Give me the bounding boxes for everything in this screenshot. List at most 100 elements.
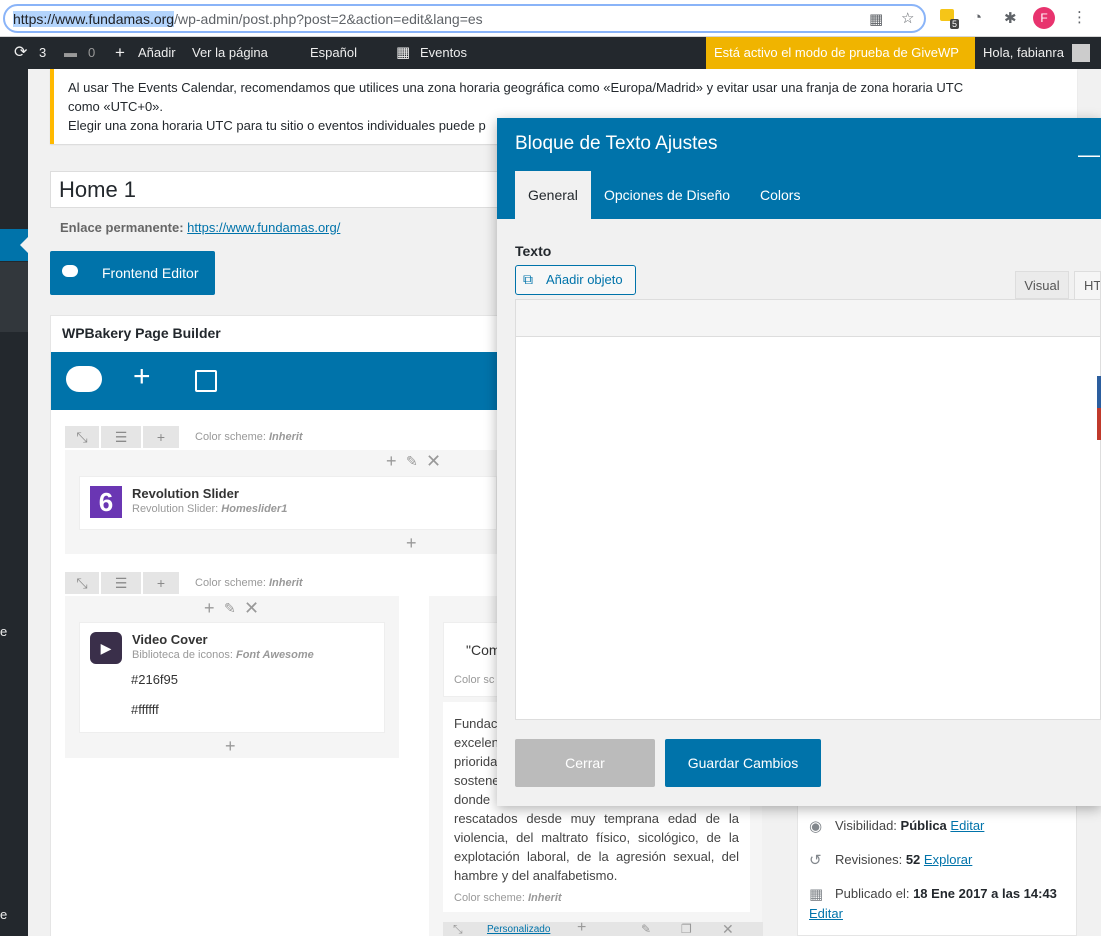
language-switcher[interactable]: Español xyxy=(310,37,357,69)
permalink: Enlace permanente: https://www.fundamas.… xyxy=(60,220,340,235)
color-value-1: #216f95 xyxy=(131,672,178,687)
published-edit-row: Editar xyxy=(809,906,843,921)
url-text[interactable]: https://www.fundamas.org/wp-admin/post.p… xyxy=(13,11,483,27)
browser-toolbar: https://www.fundamas.org/wp-admin/post.p… xyxy=(0,0,1101,37)
close-button[interactable]: Cerrar xyxy=(515,739,655,787)
revisions-row: Revisiones: 52 Explorar xyxy=(835,852,973,867)
element-sub: Biblioteca de iconos: Font Awesome xyxy=(132,649,314,661)
column-edit-icon[interactable]: ✎ xyxy=(406,453,418,470)
comments-count[interactable]: 0 xyxy=(88,37,95,69)
editor-html-tab[interactable]: HT xyxy=(1074,271,1101,299)
extension-circle-icon[interactable]: ◔ xyxy=(973,9,982,26)
column-edit-icon[interactable]: ✎ xyxy=(224,600,236,617)
eye-icon: ◉ xyxy=(809,818,823,835)
revisions-explore-link[interactable]: Explorar xyxy=(924,852,972,867)
editor-toolbar xyxy=(515,299,1101,337)
row-expand-icon[interactable]: ⤡ xyxy=(65,426,99,448)
revolution-slider-icon: 6 xyxy=(90,486,122,518)
element-name: Revolution Slider xyxy=(132,486,239,501)
editor-textarea[interactable] xyxy=(515,336,1101,720)
offscreen-widget-edge xyxy=(1097,376,1101,440)
visibility-row: Visibilidad: Pública Editar xyxy=(835,818,985,833)
row-drag-handle[interactable]: ☰ xyxy=(101,426,141,448)
element-sub: Revolution Slider: Homeslider1 xyxy=(132,503,288,515)
permalink-url[interactable]: https://www.fundamas.org/ xyxy=(187,220,340,235)
texto-label: Texto xyxy=(515,243,552,259)
column-delete-icon[interactable]: ✕ xyxy=(244,598,259,619)
personalizado-link[interactable]: Personalizado xyxy=(487,924,550,935)
editor-visual-tab[interactable]: Visual xyxy=(1015,271,1069,299)
permalink-label: Enlace permanente: xyxy=(60,220,184,235)
kebab-menu-icon[interactable]: ⋮ xyxy=(1072,8,1087,26)
video-cover-element[interactable] xyxy=(79,622,385,733)
frontend-editor-button[interactable]: Frontend Editor xyxy=(50,251,215,295)
updates-icon[interactable]: ⟳ xyxy=(14,37,27,69)
qr-code-icon[interactable]: ▦ xyxy=(869,10,883,28)
published-edit-link[interactable]: Editar xyxy=(809,906,843,921)
tab-design-options[interactable]: Opciones de Diseño xyxy=(591,171,743,219)
templates-icon[interactable] xyxy=(195,370,217,392)
column-add-icon[interactable]: + xyxy=(577,919,586,936)
view-page-link[interactable]: Ver la página xyxy=(192,37,268,69)
tab-colors[interactable]: Colors xyxy=(747,171,813,219)
frontend-editor-label: Frontend Editor xyxy=(102,265,199,281)
video-camera-icon: ▶ xyxy=(90,632,122,664)
column-clone-icon[interactable]: ❐ xyxy=(681,922,692,936)
wpbakery-logo-icon[interactable] xyxy=(66,366,102,392)
url-path: /wp-admin/post.php?post=2&action=edit&la… xyxy=(174,11,483,27)
admin-submenu[interactable] xyxy=(0,262,28,332)
add-element-icon[interactable]: + xyxy=(133,362,151,392)
row-add-column-icon[interactable]: + xyxy=(143,426,179,448)
text-block-content: rescatados desde muy temprana edad de la… xyxy=(454,811,739,883)
row-add-element-icon[interactable]: + xyxy=(225,736,236,757)
row-color-scheme: Color scheme: Inherit xyxy=(195,577,303,589)
calendar-icon: ▦ xyxy=(809,886,824,903)
row-add-element-icon[interactable]: + xyxy=(406,533,417,554)
address-bar[interactable]: https://www.fundamas.org/wp-admin/post.p… xyxy=(3,4,926,33)
row-expand-icon[interactable]: ⤡ xyxy=(65,572,99,594)
events-link[interactable]: Eventos xyxy=(420,37,467,69)
column-add-icon[interactable]: + xyxy=(204,598,215,619)
color-value-2: #ffffff xyxy=(131,702,159,717)
active-menu-arrow xyxy=(20,237,28,253)
text-fragment-lines: Fundac excelen priorida sostene donde xyxy=(454,716,500,807)
profile-avatar[interactable]: F xyxy=(1033,7,1055,29)
element-name: Video Cover xyxy=(132,632,208,647)
scheme-cut-text: Color sc xyxy=(454,674,495,686)
menu-edge-glyph: e xyxy=(0,624,8,639)
comments-icon[interactable]: ▬ xyxy=(64,37,77,69)
column-edit-icon[interactable]: ✎ xyxy=(641,922,651,936)
minimize-icon[interactable]: — xyxy=(1078,142,1100,168)
post-title-input[interactable]: Home 1 xyxy=(50,171,510,208)
notice-line-1: Al usar The Events Calendar, recomendamo… xyxy=(68,80,964,95)
extension-badge: 5 xyxy=(950,19,960,29)
wpbakery-toolbar: + xyxy=(51,352,510,410)
row-color-scheme: Color scheme: Inherit xyxy=(195,431,303,443)
row-add-column-icon[interactable]: + xyxy=(143,572,179,594)
save-changes-button[interactable]: Guardar Cambios xyxy=(665,739,821,787)
menu-edge-glyph-2: e xyxy=(0,907,8,922)
row-drag-handle[interactable]: ☰ xyxy=(101,572,141,594)
published-row: Publicado el: 18 Ene 2017 a las 14:43 xyxy=(835,886,1057,901)
tab-general[interactable]: General xyxy=(515,171,591,219)
updates-count[interactable]: 3 xyxy=(39,37,46,69)
add-new-icon[interactable]: + xyxy=(115,37,125,69)
column-add-icon[interactable]: + xyxy=(386,451,397,472)
media-icon: ⧉ xyxy=(523,271,533,287)
notice-line-2: como «UTC+0». xyxy=(68,99,164,114)
modal-title: Bloque de Texto Ajustes xyxy=(515,133,718,154)
bookmark-star-icon[interactable]: ☆ xyxy=(901,9,914,27)
calendar-icon: ▦ xyxy=(396,44,411,61)
givewp-test-mode-notice[interactable]: Está activo el modo de prueba de GiveWP xyxy=(706,37,975,69)
column-delete-icon[interactable]: ✕ xyxy=(426,451,441,472)
visibility-edit-link[interactable]: Editar xyxy=(950,818,984,833)
add-new-link[interactable]: Añadir xyxy=(138,37,176,69)
admin-menu xyxy=(0,69,28,936)
wpbakery-title: WPBakery Page Builder xyxy=(62,325,221,341)
greeting-link[interactable]: Hola, fabianra xyxy=(983,37,1064,69)
column-delete-icon[interactable]: ✕ xyxy=(722,921,734,936)
column-expand-icon[interactable]: ⤡ xyxy=(453,922,463,936)
user-avatar[interactable] xyxy=(1072,44,1090,62)
puzzle-extensions-icon[interactable]: ✱ xyxy=(1004,9,1017,27)
wp-admin-bar: ⟳ 3 ▬ 0 + Añadir Ver la página Español ?… xyxy=(0,37,1101,95)
